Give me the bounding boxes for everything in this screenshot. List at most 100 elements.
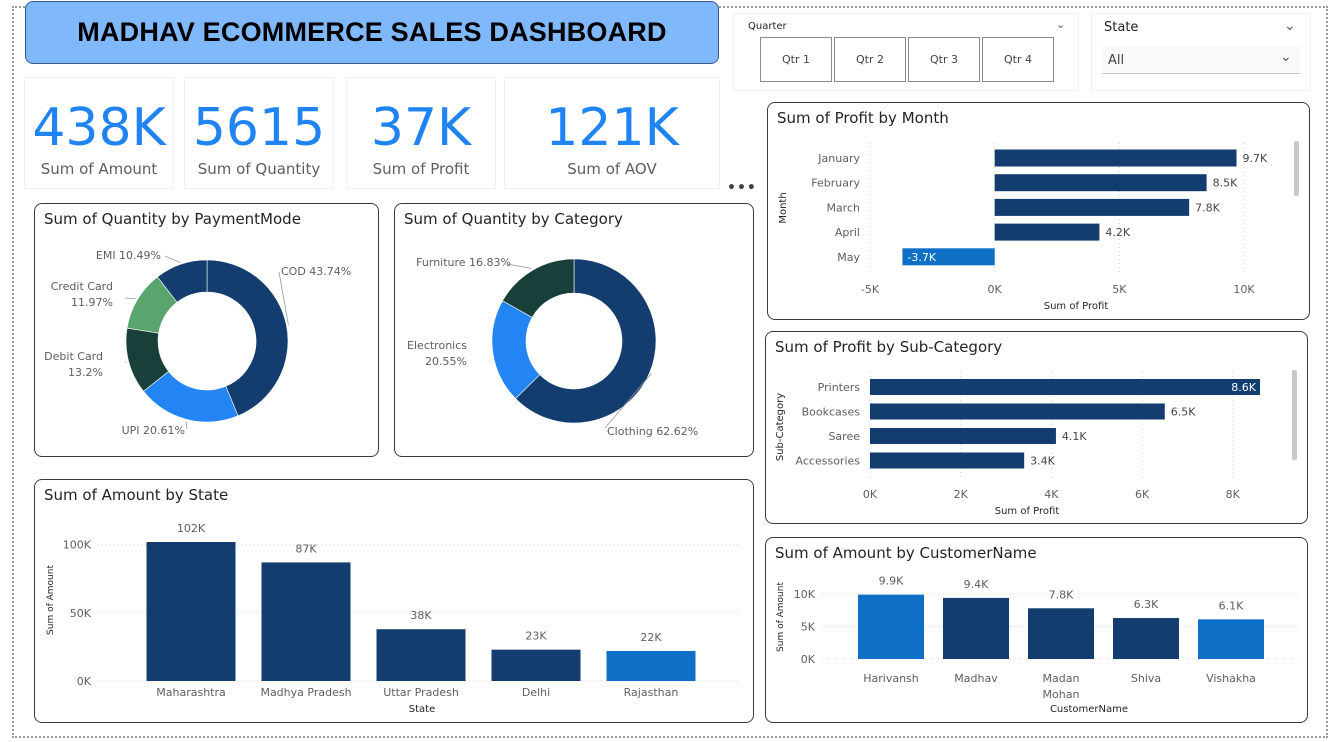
data-label: 87K — [295, 542, 317, 555]
x-category-label: Rajasthan — [624, 686, 679, 699]
y-category-label: May — [837, 251, 860, 264]
donut-data-label: Furniture 16.83% — [416, 256, 511, 269]
bar — [943, 597, 1009, 659]
kpi-card-aov[interactable]: 121K Sum of AOV — [505, 78, 719, 188]
data-label: 3.4K — [1030, 455, 1055, 468]
data-label: 4.2K — [1105, 226, 1130, 239]
kpi-value: 5615 — [192, 98, 326, 158]
bar — [1113, 618, 1179, 659]
x-axis-title: Sum of Profit — [1044, 301, 1109, 312]
dashboard-title-banner: MADHAV ECOMMERCE SALES DASHBOARD — [25, 1, 719, 64]
x-axis-title: State — [409, 704, 435, 715]
data-label: 6.1K — [1219, 599, 1244, 612]
chart-panel-payment-mode[interactable]: Sum of Quantity by PaymentMode COD 43.74… — [34, 203, 379, 457]
y-tick-label: 10K — [794, 588, 816, 601]
y-tick-label: 5K — [801, 621, 816, 634]
amount-by-state-column-chart: 0K 50K 100K 102K Maharashtra 87K Madhya Prades… — [46, 522, 740, 715]
kpi-value: 37K — [370, 98, 472, 158]
x-tick-label: 0K — [863, 488, 878, 501]
x-category-label: Delhi — [522, 686, 550, 699]
chart-panel-amount-by-state[interactable]: Sum of Amount by State 0K 50K 100K 102K Maha… — [34, 479, 754, 723]
x-tick-label: 0K — [988, 283, 1003, 296]
bar — [870, 379, 1260, 395]
payment-mode-donut-chart: COD 43.74% UPI 20.61% Debit Card 13.2% Credi… — [44, 249, 351, 437]
bar — [870, 428, 1056, 444]
data-label: 9.9K — [879, 575, 904, 588]
chart-panel-amount-by-customer[interactable]: Sum of Amount by CustomerName 0K 5K 10K 9.9… — [765, 537, 1308, 723]
data-label: 4.1K — [1062, 430, 1087, 443]
x-category-label: Uttar Pradesh — [383, 686, 459, 699]
kpi-label: Sum of Quantity — [197, 160, 321, 178]
kpi-card-amount[interactable]: 438K Sum of Amount — [25, 78, 173, 188]
kpi-label: Sum of Profit — [372, 160, 470, 178]
data-label: 9.7K — [1243, 152, 1268, 165]
state-dropdown[interactable]: All ⌄ — [1102, 46, 1300, 74]
bar — [994, 223, 1100, 241]
data-label: 9.4K — [964, 578, 989, 591]
bar — [1028, 608, 1094, 659]
data-label: 102K — [177, 522, 206, 535]
profit-by-month-bar-chart: -5K 0K 5K 10K January 9.7K February 8.5K March 7.… — [778, 141, 1299, 312]
donut-leader-line — [164, 255, 181, 263]
y-tick-label: 100K — [63, 539, 92, 552]
y-category-label: Saree — [828, 430, 860, 443]
data-label: 8.6K — [1231, 381, 1256, 394]
quarter-slicer: Quarter ⌄ Qtr 1 Qtr 2 Qtr 3 Qtr 4 — [734, 14, 1078, 90]
donut-leader-line — [185, 421, 188, 430]
data-label: 22K — [640, 631, 662, 644]
kpi-card-profit[interactable]: 37K Sum of Profit — [347, 78, 495, 188]
donut-data-label: 20.55% — [425, 355, 467, 368]
donut-data-label: COD 43.74% — [281, 265, 351, 278]
donut-leader-line — [124, 297, 136, 299]
kpi-label: Sum of AOV — [567, 160, 657, 178]
x-tick-label: 4K — [1044, 488, 1059, 501]
x-category-label: Madan — [1043, 672, 1080, 685]
x-axis-title: CustomerName — [1050, 704, 1128, 715]
y-category-label: Bookcases — [802, 406, 861, 419]
chevron-down-icon[interactable]: ⌄ — [1056, 18, 1065, 31]
y-axis-title: Sum of Amount — [46, 565, 56, 635]
kpi-card-quantity[interactable]: 5615 Sum of Quantity — [185, 78, 333, 188]
more-options-icon[interactable]: ••• — [727, 180, 757, 196]
x-category-label: Harivansh — [863, 672, 919, 685]
chart-panel-category[interactable]: Sum of Quantity by Category Clothing 62.… — [394, 203, 754, 457]
donut-data-label: EMI 10.49% — [96, 249, 161, 262]
x-tick-label: 5K — [1112, 283, 1127, 296]
quarter-option-qtr4[interactable]: Qtr 4 — [982, 37, 1054, 82]
kpi-value: 121K — [545, 98, 679, 158]
x-category-label: Mohan — [1043, 688, 1080, 701]
donut-data-label: 13.2% — [68, 366, 103, 379]
data-label: 6.3K — [1134, 598, 1159, 611]
dashboard-title: MADHAV ECOMMERCE SALES DASHBOARD — [77, 17, 667, 47]
y-tick-label: 0K — [77, 675, 92, 688]
chart-panel-profit-by-month[interactable]: Sum of Profit by Month -5K 0K 5K 10K January… — [767, 102, 1310, 320]
quarter-option-qtr2[interactable]: Qtr 2 — [834, 37, 906, 82]
bar — [994, 174, 1207, 192]
x-tick-label: -5K — [861, 283, 880, 296]
quarter-slicer-label: Quarter — [748, 21, 787, 32]
data-label: 7.8K — [1049, 588, 1074, 601]
chevron-down-icon: ⌄ — [1280, 49, 1292, 65]
quarter-option-qtr3[interactable]: Qtr 3 — [908, 37, 980, 82]
donut-data-label: 11.97% — [71, 296, 113, 309]
bar — [1198, 619, 1264, 659]
donut-data-label: Debit Card — [44, 350, 103, 363]
donut-data-label: UPI 20.61% — [122, 424, 185, 437]
y-axis-title: Sum of Amount — [776, 582, 786, 652]
y-category-label: March — [826, 201, 860, 214]
bar — [146, 542, 236, 681]
bar — [261, 562, 351, 681]
quarter-option-qtr1[interactable]: Qtr 1 — [760, 37, 832, 82]
y-category-label: Printers — [818, 381, 861, 394]
data-label: 38K — [410, 609, 432, 622]
data-label: 7.8K — [1195, 201, 1220, 214]
bar — [376, 629, 466, 681]
bar — [858, 594, 924, 659]
y-axis-title: Sub-Category — [775, 393, 786, 461]
chart-panel-profit-by-subcategory[interactable]: Sum of Profit by Sub-Category 0K 2K 4K 6K 8K… — [765, 331, 1308, 524]
chevron-down-icon[interactable]: ⌄ — [1284, 18, 1296, 34]
kpi-label: Sum of Amount — [40, 160, 158, 178]
bar — [491, 649, 581, 681]
bar — [994, 198, 1190, 216]
y-category-label: April — [835, 226, 860, 239]
